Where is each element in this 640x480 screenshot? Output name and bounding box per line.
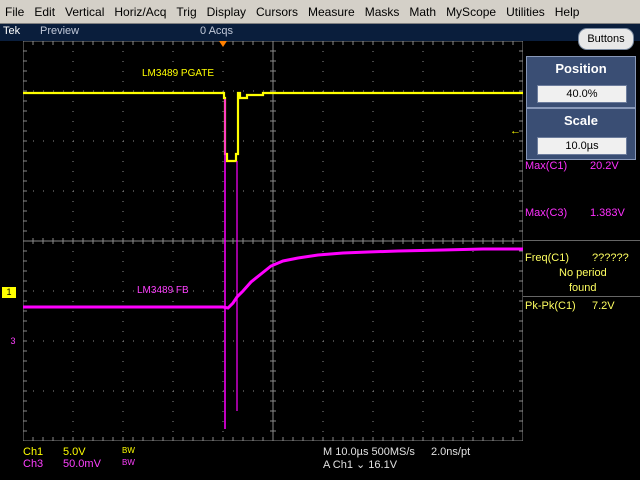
menu-cursors[interactable]: Cursors — [251, 0, 303, 24]
mode-label: Preview — [40, 25, 80, 37]
position-value[interactable]: 40.0% — [537, 85, 627, 103]
scale-panel[interactable]: Scale 10.0µs — [526, 108, 636, 160]
menu-edit[interactable]: Edit — [29, 0, 60, 24]
ch3-reference-marker[interactable]: 3 — [6, 336, 20, 347]
ch3-status-name[interactable]: Ch3 — [23, 458, 43, 470]
ch1-status-scale[interactable]: 5.0V — [63, 446, 86, 458]
divider — [523, 240, 640, 241]
acquisition-count: 0 Acqs — [200, 25, 234, 37]
menu-measure[interactable]: Measure — [303, 0, 360, 24]
buttons-toggle-button[interactable]: Buttons — [578, 28, 634, 50]
scale-value[interactable]: 10.0µs — [537, 137, 627, 155]
measurement-note: No period — [559, 267, 607, 279]
measurement-label: Max(C1) — [525, 160, 568, 172]
measurement-value: 7.2V — [592, 300, 615, 312]
menu-trig[interactable]: Trig — [171, 0, 201, 24]
measurement-value: ?????? — [592, 252, 629, 264]
measurement-value: 20.2V — [590, 160, 619, 172]
menu-display[interactable]: Display — [202, 0, 251, 24]
ch3-bandwidth-badge: BW — [122, 458, 135, 467]
trigger-level-arrow-icon: ← — [510, 125, 521, 137]
menu-math[interactable]: Math — [404, 0, 441, 24]
timebase-readout[interactable]: M 10.0µs 500MS/s — [323, 446, 415, 458]
measurement-value: 1.383V — [590, 207, 625, 219]
scale-title: Scale — [564, 113, 598, 128]
brand-label: Tek — [3, 25, 21, 37]
menu-file[interactable]: File — [0, 0, 29, 24]
measurement-label: Max(C3) — [525, 207, 568, 219]
menu-myscope[interactable]: MyScope — [441, 0, 501, 24]
menu-utilities[interactable]: Utilities — [501, 0, 550, 24]
measurement-note: found — [569, 282, 597, 294]
ch1-waveform-label: LM3489 PGATE — [142, 68, 215, 79]
measurement-label: Freq(C1) — [525, 252, 570, 264]
acquisition-status-bar: Tek Preview 0 Acqs — [0, 24, 640, 41]
ch1-reference-marker[interactable]: 1 — [2, 287, 16, 298]
trigger-readout[interactable]: A Ch1 ⌄ 16.1V — [323, 458, 397, 471]
measurement-label: Pk-Pk(C1) — [525, 300, 576, 312]
position-title: Position — [555, 61, 607, 76]
waveform-display[interactable] — [23, 41, 523, 441]
menu-help[interactable]: Help — [550, 0, 585, 24]
menu-vertical[interactable]: Vertical — [60, 0, 109, 24]
ch1-status-name[interactable]: Ch1 — [23, 446, 43, 458]
menu-masks[interactable]: Masks — [360, 0, 405, 24]
position-panel[interactable]: Position 40.0% — [526, 56, 636, 108]
ch3-status-scale[interactable]: 50.0mV — [63, 458, 101, 470]
divider — [523, 296, 640, 297]
trigger-position-marker — [219, 41, 227, 47]
ch1-bandwidth-badge: BW — [122, 446, 135, 455]
menu-horiz-acq[interactable]: Horiz/Acq — [109, 0, 171, 24]
menu-bar: File Edit Vertical Horiz/Acq Trig Displa… — [0, 0, 640, 24]
graticule-grid — [23, 41, 523, 441]
resolution-readout: 2.0ns/pt — [431, 446, 471, 458]
ch3-waveform-label: LM3489 FB — [137, 285, 189, 296]
